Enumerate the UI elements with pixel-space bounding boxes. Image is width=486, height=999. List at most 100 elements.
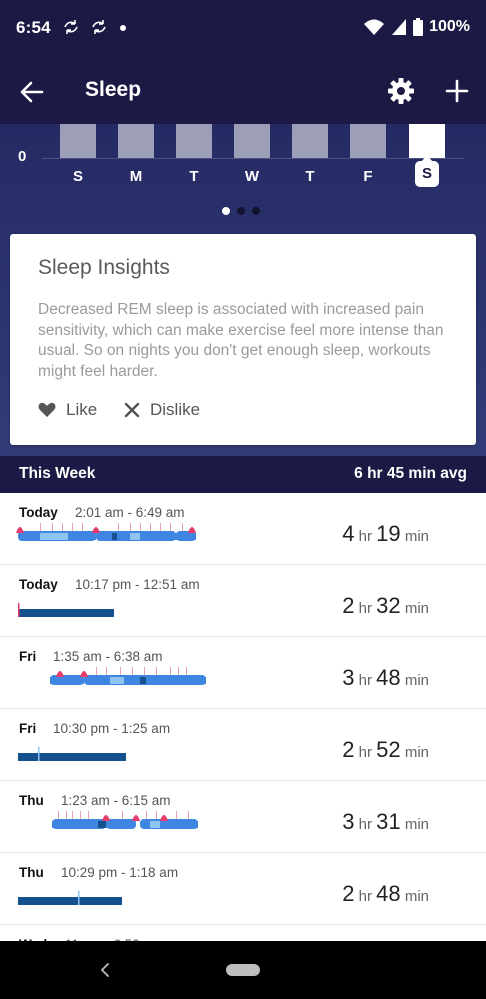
duration-minutes: 48 [376, 665, 401, 690]
restless-marker [78, 891, 80, 905]
day-label-1[interactable]: M [118, 168, 154, 185]
sleep-log-list: Today 2:01 am - 6:49 am 4 hr 19 min Today 10… [0, 493, 486, 997]
duration-hr-unit: hr [358, 888, 372, 905]
day-label-0[interactable]: S [60, 168, 96, 185]
day-label-4[interactable]: T [292, 168, 328, 185]
day-bar-4[interactable] [292, 124, 328, 158]
gear-icon[interactable] [386, 76, 416, 106]
restless-marker [18, 603, 20, 617]
stage-segment [112, 533, 117, 540]
duration-hr-unit: hr [358, 816, 372, 833]
log-duration: 4 hr 19 min [342, 521, 429, 547]
stage-segment [98, 821, 106, 828]
stage-segment [150, 821, 160, 828]
sleep-stage-graph [18, 747, 126, 761]
duration-min-unit: min [404, 816, 429, 833]
log-time-range: 10:29 pm - 1:18 am [61, 865, 179, 880]
log-time-range: 2:01 am - 6:49 am [75, 505, 185, 520]
day-bar-0[interactable] [60, 124, 96, 158]
sync-icon [92, 20, 106, 34]
log-time-range: 1:23 am - 6:15 am [61, 793, 171, 808]
day-label-3[interactable]: W [234, 168, 270, 185]
day-label-5[interactable]: F [350, 168, 386, 185]
duration-hr-unit: hr [358, 600, 372, 617]
insight-body: Decreased REM sleep is associated with i… [38, 301, 444, 380]
sleep-stage-graph [18, 891, 122, 905]
duration-hours: 2 [342, 881, 355, 906]
log-day: Thu [19, 865, 44, 880]
day-label-selected[interactable]: S [415, 161, 439, 187]
wifi-icon [364, 19, 385, 35]
duration-hr-unit: hr [358, 672, 372, 689]
heart-icon [38, 402, 56, 417]
page-dot [237, 207, 245, 215]
page-dot [252, 207, 260, 215]
log-day: Fri [19, 721, 37, 736]
sleep-screen: 6:54 100% Sleep 0 S M T W T F S Sleep In… [0, 0, 486, 999]
log-time-range: 10:17 pm - 12:51 am [75, 577, 200, 592]
duration-hours: 3 [342, 665, 355, 690]
page-indicator [222, 207, 260, 215]
duration-min-unit: min [404, 888, 429, 905]
sleep-log-row[interactable]: Thu 10:29 pm - 1:18 am 2 hr 48 min [0, 853, 486, 925]
restless-marker [38, 747, 40, 761]
day-bar-1[interactable] [118, 124, 154, 158]
duration-min-unit: min [404, 528, 429, 545]
sleep-log-row[interactable]: Fri 1:35 am - 6:38 am 3 hr 48 min [0, 637, 486, 709]
battery-icon [413, 18, 424, 36]
sleep-log-row[interactable]: Thu 1:23 am - 6:15 am 3 hr 31 min [0, 781, 486, 853]
awake-peak [56, 671, 64, 677]
day-bar-2[interactable] [176, 124, 212, 158]
asleep-bar [18, 753, 126, 761]
nav-back-icon[interactable] [98, 960, 114, 980]
week-summary-header: This Week 6 hr 45 min avg [0, 456, 486, 493]
log-time-range: 10:30 pm - 1:25 am [53, 721, 171, 736]
duration-hr-unit: hr [358, 528, 372, 545]
log-duration: 2 hr 32 min [342, 593, 429, 619]
notification-dot-icon [120, 25, 126, 31]
sleep-log-row[interactable]: Today 10:17 pm - 12:51 am 2 hr 32 min [0, 565, 486, 637]
sleep-stage-graph [50, 667, 206, 685]
stage-segment [110, 677, 124, 684]
sleep-log-row[interactable]: Today 2:01 am - 6:49 am 4 hr 19 min [0, 493, 486, 565]
nav-home-pill[interactable] [226, 964, 260, 976]
stage-segment [56, 677, 84, 684]
log-duration: 3 hr 48 min [342, 665, 429, 691]
sleep-stage-graph [18, 603, 114, 617]
log-duration: 2 hr 48 min [342, 881, 429, 907]
day-label-2[interactable]: T [176, 168, 212, 185]
like-label: Like [66, 400, 98, 419]
status-system: 100% [363, 18, 470, 36]
status-time: 6:54 [16, 18, 51, 37]
duration-minutes: 32 [376, 593, 401, 618]
status-bar: 6:54 100% [0, 0, 486, 58]
duration-minutes: 31 [376, 809, 401, 834]
sync-icon [64, 20, 78, 34]
dislike-label: Dislike [150, 400, 201, 419]
stage-segment [106, 821, 134, 828]
duration-hr-unit: hr [358, 744, 372, 761]
duration-min-unit: min [404, 672, 429, 689]
battery-percent: 100% [429, 18, 470, 35]
day-bar-3[interactable] [234, 124, 270, 158]
stage-segment [52, 821, 102, 828]
back-arrow-icon[interactable] [18, 78, 46, 106]
log-time-range: 1:35 am - 6:38 am [53, 649, 163, 664]
log-duration: 2 hr 52 min [342, 737, 429, 763]
day-bar-5[interactable] [350, 124, 386, 158]
awake-peak [188, 527, 196, 533]
day-bar-6[interactable] [409, 124, 445, 158]
sleep-log-row[interactable]: Fri 10:30 pm - 1:25 am 2 hr 52 min [0, 709, 486, 781]
dislike-button[interactable]: Dislike [124, 400, 200, 420]
like-button[interactable]: Like [38, 400, 97, 420]
duration-min-unit: min [404, 744, 429, 761]
week-average: 6 hr 45 min avg [354, 465, 467, 482]
chart-bars: SMTWTFS [0, 124, 486, 194]
close-icon [124, 402, 140, 418]
signal-icon [392, 19, 407, 35]
plus-icon[interactable] [443, 77, 471, 105]
page-dot [222, 207, 230, 215]
awake-peak [160, 815, 168, 821]
stage-segment [176, 533, 196, 540]
awake-peak [102, 815, 110, 821]
